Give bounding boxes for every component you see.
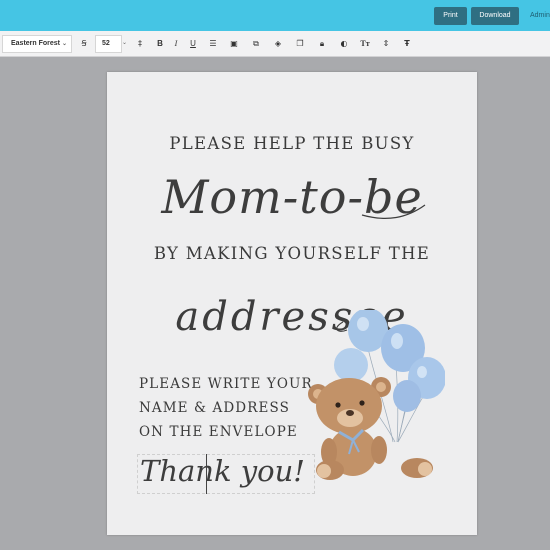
script-mom-to-be[interactable]: Mom-to-be bbox=[107, 170, 477, 224]
top-bar: Print Download Admin bbox=[0, 0, 550, 31]
print-button[interactable]: Print bbox=[434, 7, 467, 25]
text-case-icon[interactable]: Tт bbox=[359, 37, 371, 50]
instruction-line-3[interactable]: ON THE ENVELOPE bbox=[139, 424, 298, 440]
chevron-down-icon[interactable]: ⌄ bbox=[122, 37, 127, 50]
lock-icon[interactable]: 🔒︎ bbox=[316, 37, 328, 50]
font-size-input[interactable]: 52 bbox=[95, 35, 122, 53]
color-icon[interactable]: ◐ bbox=[338, 37, 350, 50]
copy-icon[interactable]: ❐ bbox=[294, 37, 306, 50]
font-family-value: Eastern Forest bbox=[11, 40, 61, 47]
bold-icon[interactable]: B bbox=[154, 37, 166, 50]
design-canvas[interactable]: PLEASE HELP THE BUSY Mom-to-be BY MAKING… bbox=[107, 72, 477, 535]
heading-line-3[interactable]: BY MAKING YOURSELF THE bbox=[107, 244, 477, 263]
text-spacing-icon[interactable]: Ŧ bbox=[401, 37, 413, 50]
instruction-line-1[interactable]: PLEASE WRITE YOUR bbox=[139, 376, 313, 392]
underline-icon[interactable]: U bbox=[187, 37, 199, 50]
teddy-bear-illustration[interactable] bbox=[305, 310, 445, 480]
instruction-line-2[interactable]: NAME & ADDRESS bbox=[139, 400, 290, 416]
line-spacing-icon[interactable]: ⇕ bbox=[380, 37, 392, 50]
chevron-down-icon: ⌄ bbox=[61, 41, 67, 47]
text-height-icon[interactable]: ‡ bbox=[134, 37, 146, 50]
font-family-select[interactable]: Eastern Forest ⌄ bbox=[2, 35, 72, 53]
text-cursor bbox=[206, 454, 207, 494]
script-thank-you[interactable]: Thank you! bbox=[140, 454, 305, 488]
duplicate-icon[interactable]: ⧉ bbox=[250, 37, 262, 50]
italic-icon[interactable]: I bbox=[170, 37, 182, 50]
download-button[interactable]: Download bbox=[471, 7, 519, 25]
admin-link[interactable]: Admin bbox=[530, 12, 550, 19]
font-style-icon[interactable]: Ꞩ bbox=[78, 37, 90, 50]
text-toolbar: Eastern Forest ⌄ Ꞩ 52 ⌄ ‡ B I U ☰ ▣ ⧉ ◈ … bbox=[0, 31, 550, 57]
image-icon[interactable]: ▣ bbox=[228, 37, 240, 50]
layers-icon[interactable]: ◈ bbox=[272, 37, 284, 50]
align-left-icon[interactable]: ☰ bbox=[207, 37, 219, 50]
